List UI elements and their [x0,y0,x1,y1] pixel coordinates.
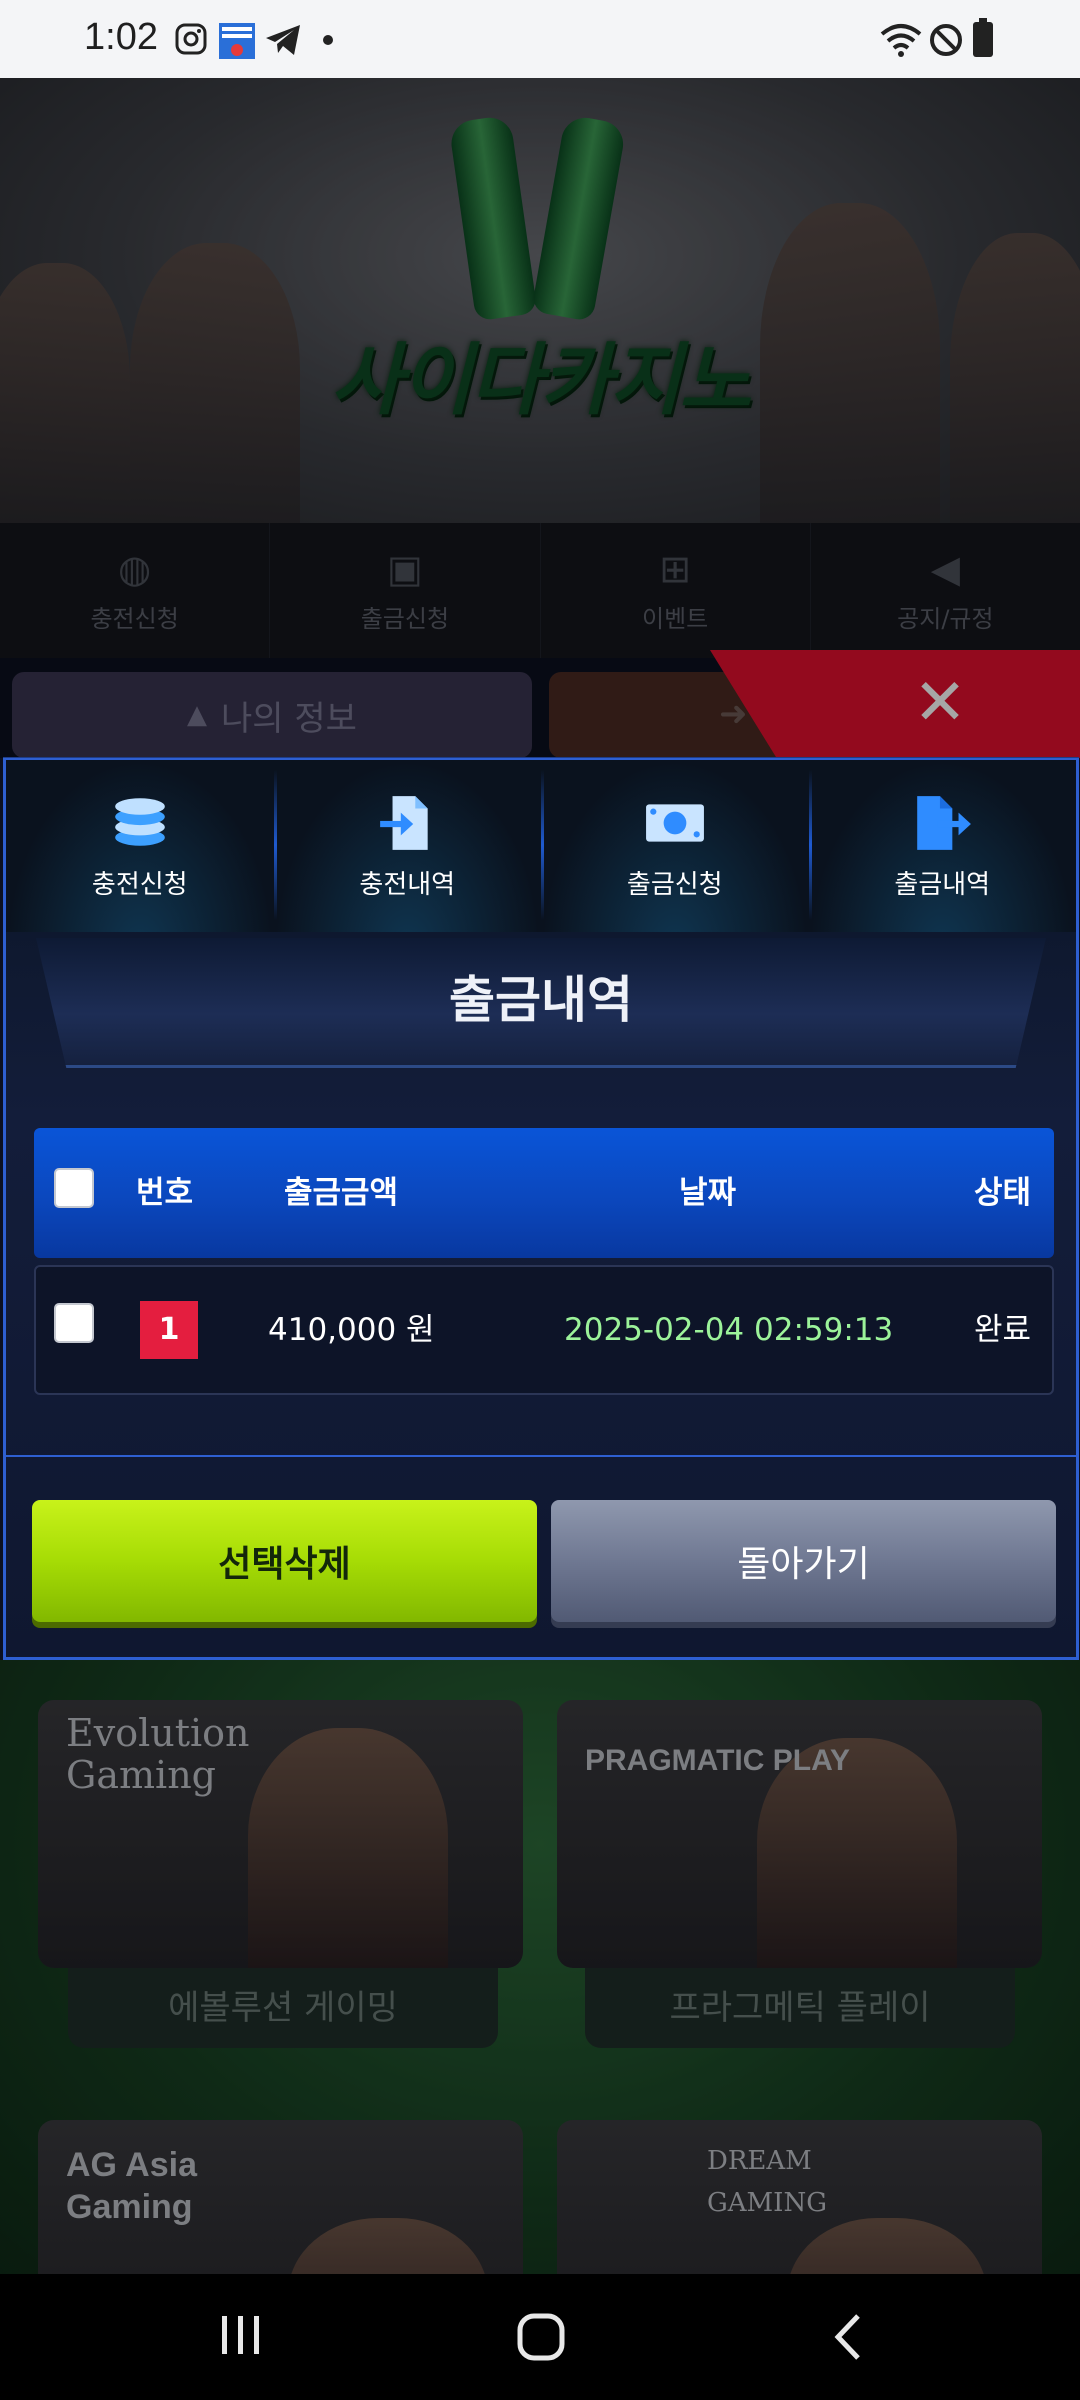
game-brand: Evolution Gaming [66,1711,250,1797]
nav-label: 공지/규정 [897,605,994,633]
wifi-icon [880,24,922,57]
modal-tabs: 충전신청 충전내역 출금신청 출금내역 [6,760,1076,932]
tab-deposit-history[interactable]: 충전내역 [273,760,541,932]
row-number-badge: 1 [140,1301,198,1359]
nav-notice[interactable]: ◀ 공지/규정 [811,523,1080,658]
tab-label: 출금신청 [626,869,723,900]
header-status: 상태 [974,1175,1032,1211]
main-nav: ◍ 충전신청 ▣ 출금신청 ⊞ 이벤트 ◀ 공지/규정 [0,523,1080,658]
nav-label: 이벤트 [642,605,709,633]
home-icon[interactable] [516,2312,566,2362]
game-label[interactable]: 에볼루션 게이밍 [68,1968,498,2048]
instagram-icon [175,23,207,55]
close-icon[interactable]: ✕ [905,668,975,738]
back-label: 돌아가기 [737,1544,870,1585]
game-card-dream[interactable]: DREAM GAMING [557,2120,1042,2274]
table-row: 1 410,000 원 2025-02-04 02:59:13 완료 [34,1265,1054,1395]
tab-withdraw-request[interactable]: 출금신청 [541,760,809,932]
withdraw-history-modal: 충전신청 충전내역 출금신청 출금내역 출금내역 번호 출금금액 날짜 상태 1… [3,757,1079,1660]
game-model-image [787,2218,987,2274]
game-card-evolution[interactable]: Evolution Gaming [38,1700,523,1968]
tab-label: 충전신청 [91,869,188,900]
game-brand: AG Asia Gaming [66,2146,198,2226]
battery-icon [973,18,993,57]
select-all-checkbox[interactable] [54,1168,94,1208]
do-not-disturb-icon [930,24,962,56]
modal-title: 출금내역 [449,971,633,1029]
delete-label: 선택삭제 [218,1544,351,1585]
casino-banner: 사이다카지노 [0,78,1080,523]
row-checkbox[interactable] [54,1303,94,1343]
game-brand: DREAM GAMING [707,2146,827,2218]
telegram-icon [266,25,300,55]
game-card-pragmatic[interactable]: PRAGMATIC PLAY [557,1700,1042,1968]
my-info-label: 나의 정보 [221,698,357,739]
system-nav-bar [0,2274,1080,2400]
nav-withdraw-request[interactable]: ▣ 출금신청 [270,523,541,658]
tab-deposit-request[interactable]: 충전신청 [6,760,274,932]
file-import-icon [380,795,428,850]
status-bar: 1:02 [0,0,1080,78]
dot-icon [323,35,333,45]
game-label[interactable]: 프라그메틱 플레이 [585,1968,1015,2048]
game-card-ag[interactable]: AG Asia Gaming [38,2120,523,2274]
row-date: 2025-02-04 02:59:13 [564,1312,894,1348]
megaphone-icon: ◀ [930,547,960,591]
game-grid: Evolution Gaming 에볼루션 게이밍 PRAGMATIC PLAY… [0,1660,1080,2274]
nav-label: 충전신청 [90,605,179,633]
gift-icon: ⊞ [659,547,692,591]
bottle-image [531,114,627,322]
cash-icon: ▣ [386,547,423,591]
tab-withdraw-history[interactable]: 출금내역 [808,760,1076,932]
app-notification-icon [219,23,255,59]
modal-divider [6,1455,1076,1457]
cash-icon [645,803,704,842]
bottle-image [448,114,538,322]
table-header: 번호 출금금액 날짜 상태 [34,1128,1054,1258]
header-date: 날짜 [679,1175,737,1211]
header-number: 번호 [136,1175,194,1211]
row-amount: 410,000 원 [268,1312,435,1348]
tab-label: 출금내역 [894,869,991,900]
status-time: 1:02 [84,16,158,58]
nav-deposit-request[interactable]: ◍ 충전신청 [0,523,271,658]
game-brand: PRAGMATIC PLAY [585,1744,851,1777]
arrow-up-icon: ▲ [187,700,208,730]
delete-selected-button[interactable]: 선택삭제 [32,1500,537,1622]
file-export-icon [917,795,972,850]
row-status: 완료 [974,1312,1032,1348]
coins-icon [114,797,165,846]
tab-label: 충전내역 [359,869,456,900]
banner-logo: 사이다카지노 [330,336,752,426]
recent-apps-icon[interactable] [218,2312,264,2358]
back-nav-icon[interactable] [830,2312,866,2362]
header-amount: 출금금액 [284,1175,399,1211]
my-info-button[interactable]: ▲ 나의 정보 [12,672,532,758]
nav-label: 출금신청 [360,605,450,633]
nav-event[interactable]: ⊞ 이벤트 [541,523,811,658]
back-button[interactable]: 돌아가기 [551,1500,1056,1622]
coins-icon: ◍ [118,547,152,591]
